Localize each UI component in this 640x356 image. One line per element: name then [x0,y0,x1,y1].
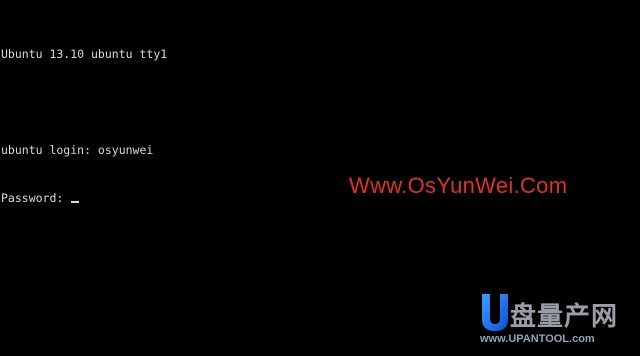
tty-console-screen[interactable]: Ubuntu 13.10 ubuntu tty1 ubuntu login: o… [0,0,640,356]
u-logo-icon [482,294,508,331]
logo-chinese-text: 盘量产网 [510,302,619,332]
logo-url-text: www.UPANTOOL.com [480,333,595,345]
upantool-logo: 盘量产网 www.UPANTOOL.com [478,292,638,354]
password-prompt: Password: [1,191,71,205]
console-output: Ubuntu 13.10 ubuntu tty1 ubuntu login: o… [1,14,167,238]
text-cursor [71,201,80,203]
password-line[interactable]: Password: [1,190,167,206]
login-line: ubuntu login: osyunwei [1,143,154,157]
console-banner: Ubuntu 13.10 ubuntu tty1 [1,47,168,61]
watermark-site-text: Www.OsYunWei.Com [349,173,568,198]
